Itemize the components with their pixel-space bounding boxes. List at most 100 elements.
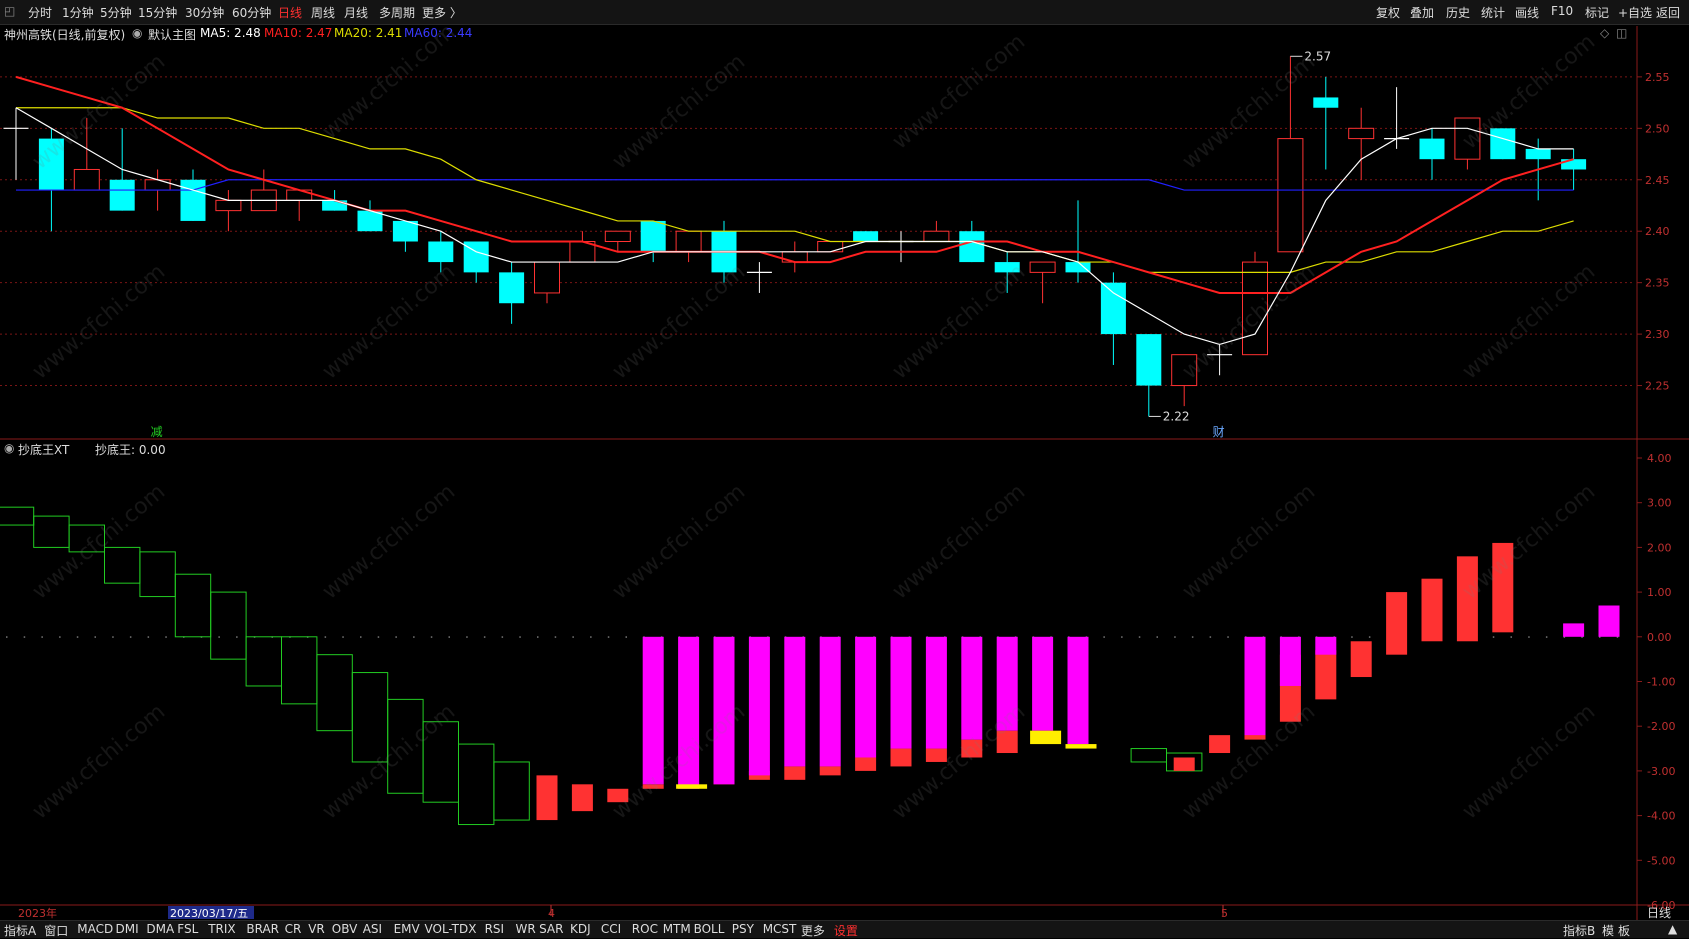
indicator-tab[interactable]: VR xyxy=(308,922,325,936)
indicator-name[interactable]: 抄底王XT xyxy=(18,441,69,458)
collapse-icon[interactable]: ▲ xyxy=(1668,922,1677,936)
period-tab-60min[interactable]: 60分钟 xyxy=(232,4,271,21)
indicator-tab[interactable]: FSL xyxy=(177,922,198,936)
indicator-tab[interactable]: MACD xyxy=(77,922,113,936)
yellow-bar xyxy=(676,784,708,789)
magenta-bar xyxy=(1032,636,1054,731)
indicator-tab[interactable]: 窗口 xyxy=(44,922,68,939)
red-bar xyxy=(819,766,841,776)
main-candles: 2.572.22减财 xyxy=(3,49,1587,439)
red-bar xyxy=(890,748,912,767)
watermark: www.cfchi.com xyxy=(28,259,170,384)
zero-dot xyxy=(41,636,43,638)
indicator-tab[interactable]: KDJ xyxy=(570,922,591,936)
period-tab-30min[interactable]: 30分钟 xyxy=(185,4,224,21)
date-label: 4 xyxy=(548,907,555,920)
indicator-tab[interactable]: BRAR xyxy=(246,922,279,936)
candle-body xyxy=(109,179,135,211)
watermark-text: www.cfchi.com xyxy=(28,699,170,824)
indicator-tab[interactable]: PSY xyxy=(732,922,754,936)
period-tab-multi[interactable]: 多周期 xyxy=(379,4,415,21)
ma5-line xyxy=(15,107,1574,346)
indicator-tab[interactable]: DMA xyxy=(146,922,174,936)
indicator-tab[interactable]: 设置 xyxy=(834,922,858,939)
main-chart-label[interactable]: 默认主图 xyxy=(148,26,196,43)
main-chart-header: 神州高铁(日线,前复权) ◉ 默认主图 MA5: 2.48 MA10: 2.47… xyxy=(0,26,1627,43)
candle-body xyxy=(1100,282,1126,335)
watermark-text: www.cfchi.com xyxy=(318,479,460,604)
magenta-bar xyxy=(748,636,770,776)
indicator-tab[interactable]: SAR xyxy=(539,922,563,936)
right-tab[interactable]: 指标B xyxy=(1563,922,1595,939)
mark-button[interactable]: 标记 xyxy=(1585,4,1609,21)
ma60-line xyxy=(16,179,1574,191)
watermark-text: www.cfchi.com xyxy=(888,479,1030,604)
green-step xyxy=(139,551,176,598)
watermark: www.cfchi.com xyxy=(608,259,750,384)
magenta-bar xyxy=(1563,623,1585,637)
watermark: www.cfchi.com xyxy=(1458,29,1600,154)
overlay-button[interactable]: 叠加 xyxy=(1410,4,1434,21)
indicator-tab[interactable]: CR xyxy=(285,922,302,936)
period-tab-weekly[interactable]: 周线 xyxy=(311,4,335,21)
circle-icon[interactable]: ◉ xyxy=(132,26,142,40)
zero-dot xyxy=(483,636,486,638)
period-tab-1min[interactable]: 1分钟 xyxy=(62,4,94,21)
window-icon[interactable]: ◫ xyxy=(1616,26,1627,40)
diamond-icon[interactable]: ◇ xyxy=(1600,26,1609,40)
indicator-tab[interactable]: VOL-TDX xyxy=(425,922,477,936)
right-tab[interactable]: 模 xyxy=(1602,922,1614,939)
zero-dot xyxy=(23,636,26,638)
period-tab-fenshi[interactable]: 分时 xyxy=(28,4,52,21)
draw-button[interactable]: 画线 xyxy=(1515,4,1539,21)
red-bar xyxy=(536,775,558,821)
indicator-tab[interactable]: RSI xyxy=(485,922,505,936)
yellow-bar xyxy=(1030,730,1062,745)
stats-button[interactable]: 统计 xyxy=(1481,4,1505,21)
indicator-tab[interactable]: CCI xyxy=(601,922,621,936)
f10-button[interactable]: F10 xyxy=(1551,4,1573,18)
candle-body xyxy=(144,179,171,191)
add-watchlist-button[interactable]: +自选 xyxy=(1618,4,1652,21)
magenta-bar xyxy=(961,636,983,740)
window-icon[interactable]: ◰ xyxy=(4,4,15,18)
indicator-tab[interactable]: ASI xyxy=(363,922,382,936)
indicator-tab[interactable]: 更多 xyxy=(801,922,825,939)
green-step xyxy=(493,761,530,821)
period-tab-5min[interactable]: 5分钟 xyxy=(100,4,132,21)
value-tick-label: -3.00 xyxy=(1647,765,1675,778)
indicator-tab[interactable]: 指标A xyxy=(4,922,36,939)
period-tab-15min[interactable]: 15分钟 xyxy=(138,4,177,21)
zero-dot xyxy=(236,636,238,638)
indicator-tab[interactable]: MTM xyxy=(663,922,691,936)
date-label: 5 xyxy=(1221,907,1228,920)
history-button[interactable]: 历史 xyxy=(1446,4,1470,21)
candle-body xyxy=(853,231,879,242)
period-tab-daily[interactable]: 日线 xyxy=(278,4,302,21)
zero-dot xyxy=(1156,636,1158,638)
value-tick-label: 0.00 xyxy=(1647,631,1672,644)
indicator-tab[interactable]: WR xyxy=(516,922,536,936)
indicator-tab[interactable]: ROC xyxy=(632,922,658,936)
indicator-tab[interactable]: DMI xyxy=(116,922,139,936)
gear-icon[interactable]: ◉ xyxy=(4,441,14,455)
back-button[interactable]: 返回 xyxy=(1656,4,1680,21)
zero-dot xyxy=(1368,636,1371,638)
candle-body xyxy=(215,199,242,212)
zero-dot xyxy=(1227,636,1229,638)
zero-dot xyxy=(554,636,557,638)
price-tick-label: 2.25 xyxy=(1645,380,1670,393)
right-tab[interactable]: 板 xyxy=(1618,922,1630,939)
period-tab-more[interactable]: 更多 〉 xyxy=(422,4,462,21)
zero-dot xyxy=(59,636,61,638)
price-tick-label: 2.50 xyxy=(1645,122,1670,135)
indicator-tab[interactable]: TRIX xyxy=(208,922,235,936)
watermark-text: www.cfchi.com xyxy=(608,49,750,174)
fuquan-button[interactable]: 复权 xyxy=(1376,4,1400,21)
period-tab-monthly[interactable]: 月线 xyxy=(344,4,368,21)
indicator-tab[interactable]: OBV xyxy=(332,922,358,936)
indicator-tab[interactable]: BOLL xyxy=(694,922,725,936)
indicator-tab[interactable]: MCST xyxy=(763,922,797,936)
indicator-tab[interactable]: EMV xyxy=(394,922,420,936)
zero-dot xyxy=(395,636,397,638)
